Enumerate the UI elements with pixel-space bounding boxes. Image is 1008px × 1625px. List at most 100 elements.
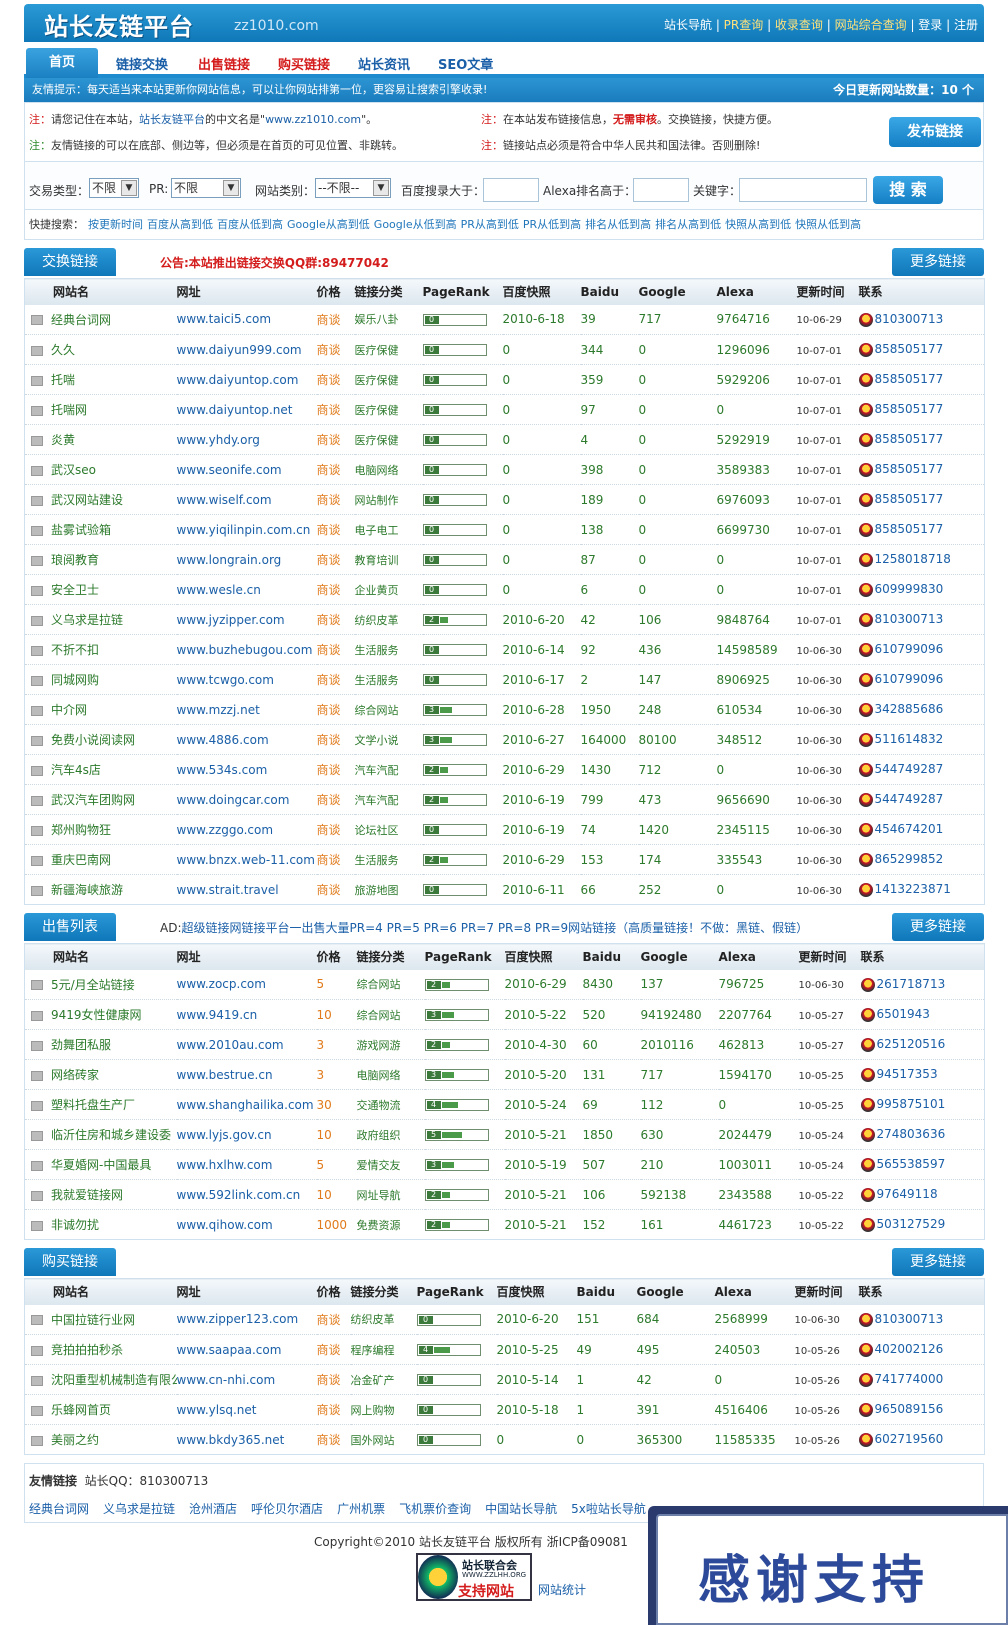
qq-icon[interactable] (858, 372, 873, 387)
sale-tab[interactable]: 出售列表 (24, 913, 116, 941)
nav-seo[interactable]: SEO文章 (438, 54, 493, 73)
site-name-link[interactable]: 托喘网 (51, 403, 87, 417)
site-url-link[interactable]: www.2010au.com (177, 1038, 284, 1052)
search-button[interactable]: 搜 索 (873, 176, 943, 204)
toplink-register[interactable]: 注册 (954, 18, 978, 32)
site-url-link[interactable]: www.jyzipper.com (177, 613, 285, 627)
qq-number-link[interactable]: 544749287 (875, 792, 944, 806)
site-name-link[interactable]: 沈阳重型机械制造有限公司 (51, 1373, 177, 1387)
site-url-link[interactable]: www.ylsq.net (177, 1403, 257, 1417)
qq-icon[interactable] (860, 1217, 875, 1232)
category-select[interactable]: --不限-- ▼ (315, 178, 391, 198)
qq-number-link[interactable]: 454674201 (875, 822, 944, 836)
alexa-max-input[interactable] (633, 178, 689, 202)
qq-number-link[interactable]: 565538597 (877, 1157, 946, 1171)
site-url-link[interactable]: www.cn-nhi.com (177, 1373, 276, 1387)
friend-link[interactable]: 呼伦贝尔酒店 (251, 1502, 323, 1516)
qq-number-link[interactable]: 1258018718 (875, 552, 951, 566)
site-stats-link[interactable]: 网站统计 (538, 1581, 586, 1598)
qq-number-link[interactable]: 858505177 (875, 492, 944, 506)
qq-number-link[interactable]: 810300713 (875, 1312, 944, 1326)
site-url-link[interactable]: www.zocp.com (177, 977, 266, 991)
qq-icon[interactable] (858, 612, 873, 627)
qq-number-link[interactable]: 858505177 (875, 372, 944, 386)
qq-icon[interactable] (858, 312, 873, 327)
site-logo[interactable]: 站长友链平台 (44, 7, 194, 42)
site-name-link[interactable]: 美丽之约 (51, 1433, 99, 1447)
qq-icon[interactable] (858, 342, 873, 357)
site-name-link[interactable]: 非诚勿扰 (51, 1218, 99, 1232)
quick-link[interactable]: 百度从低到高 (217, 218, 283, 231)
quick-link[interactable]: 快照从低到高 (795, 218, 861, 231)
qq-icon[interactable] (858, 882, 873, 897)
site-url-link[interactable]: www.yhdy.org (177, 433, 260, 447)
qq-icon[interactable] (860, 1007, 875, 1022)
friend-link[interactable]: 中国站长导航 (485, 1502, 557, 1516)
qq-icon[interactable] (858, 492, 873, 507)
quick-link[interactable]: 排名从高到低 (655, 218, 721, 231)
sale-more-button[interactable]: 更多链接 (892, 913, 984, 941)
site-url-link[interactable]: www.saapaa.com (177, 1343, 282, 1357)
qq-icon[interactable] (858, 462, 873, 477)
qq-number-link[interactable]: 865299852 (875, 852, 944, 866)
site-url-link[interactable]: www.seonife.com (177, 463, 282, 477)
site-name-link[interactable]: 安全卫士 (51, 583, 99, 597)
quick-link[interactable]: 按更新时间 (88, 218, 143, 231)
keyword-input[interactable] (739, 178, 867, 202)
exchange-tab[interactable]: 交换链接 (24, 248, 116, 276)
qq-number-link[interactable]: 741774000 (875, 1372, 944, 1386)
friend-link[interactable]: 沧州酒店 (189, 1502, 237, 1516)
site-name-link[interactable]: 义乌求是拉链 (51, 613, 123, 627)
toplink-login[interactable]: 登录 (918, 18, 942, 32)
union-badge[interactable]: 站长联合会 WWW.ZZLHH.ORG 支持网站 (416, 1553, 532, 1601)
toplink-pr[interactable]: PR查询 (724, 18, 764, 32)
site-name-link[interactable]: 中介网 (51, 703, 87, 717)
buy-tab[interactable]: 购买链接 (24, 1248, 116, 1276)
site-name-link[interactable]: 我就爱链接网 (51, 1188, 123, 1202)
site-url-link[interactable]: www.wesle.cn (177, 583, 261, 597)
buy-more-button[interactable]: 更多链接 (892, 1248, 984, 1276)
qq-icon[interactable] (858, 1402, 873, 1417)
site-url-link[interactable]: www.strait.travel (177, 883, 279, 897)
site-name-link[interactable]: 乐蜂网首页 (51, 1403, 111, 1417)
qq-icon[interactable] (858, 1432, 873, 1447)
exchange-more-button[interactable]: 更多链接 (892, 248, 984, 276)
site-url-link[interactable]: www.hxlhw.com (177, 1158, 273, 1172)
qq-number-link[interactable]: 810300713 (875, 612, 944, 626)
site-name-link[interactable]: 9419女性健康网 (51, 1008, 142, 1022)
site-url-link[interactable]: www.doingcar.com (177, 793, 290, 807)
qq-icon[interactable] (860, 1037, 875, 1052)
site-name-link[interactable]: 华夏婚网-中国最具 (51, 1158, 151, 1172)
site-name-link[interactable]: 汽车4s店 (51, 763, 101, 777)
site-url-link[interactable]: www.534s.com (177, 763, 268, 777)
friend-link[interactable]: 广州机票 (337, 1502, 385, 1516)
site-name-link[interactable]: 竞拍拍拍秒杀 (51, 1343, 123, 1357)
site-url-link[interactable]: www.yiqilinpin.com.cn (177, 523, 311, 537)
publish-link-button[interactable]: 发布链接 (889, 117, 981, 147)
nav-sell[interactable]: 出售链接 (198, 54, 250, 73)
toplink-index[interactable]: 收录查询 (775, 18, 823, 32)
qq-number-link[interactable]: 511614832 (875, 732, 944, 746)
site-name-link[interactable]: 琅阅教育 (51, 553, 99, 567)
qq-icon[interactable] (858, 522, 873, 537)
site-name-link[interactable]: 武汉汽车团购网 (51, 793, 135, 807)
quick-link[interactable]: PR从低到高 (523, 218, 581, 231)
site-url-link[interactable]: www.4886.com (177, 733, 269, 747)
qq-number-link[interactable]: 858505177 (875, 342, 944, 356)
site-url-link[interactable]: www.wiself.com (177, 493, 272, 507)
site-url-link[interactable]: www.9419.cn (177, 1008, 258, 1022)
qq-number-link[interactable]: 94517353 (877, 1067, 938, 1081)
site-name-link[interactable]: 重庆巴南网 (51, 853, 111, 867)
qq-icon[interactable] (858, 852, 873, 867)
qq-number-link[interactable]: 6501943 (877, 1007, 930, 1021)
qq-icon[interactable] (858, 582, 873, 597)
site-url-link[interactable]: www.zipper123.com (177, 1312, 299, 1326)
site-url-link[interactable]: www.tcwgo.com (177, 673, 274, 687)
site-url-link[interactable]: www.lyjs.gov.cn (177, 1128, 272, 1142)
qq-icon[interactable] (858, 432, 873, 447)
qq-icon[interactable] (858, 1342, 873, 1357)
qq-icon[interactable] (858, 702, 873, 717)
qq-icon[interactable] (858, 822, 873, 837)
qq-icon[interactable] (858, 402, 873, 417)
site-name-link[interactable]: 同城网购 (51, 673, 99, 687)
